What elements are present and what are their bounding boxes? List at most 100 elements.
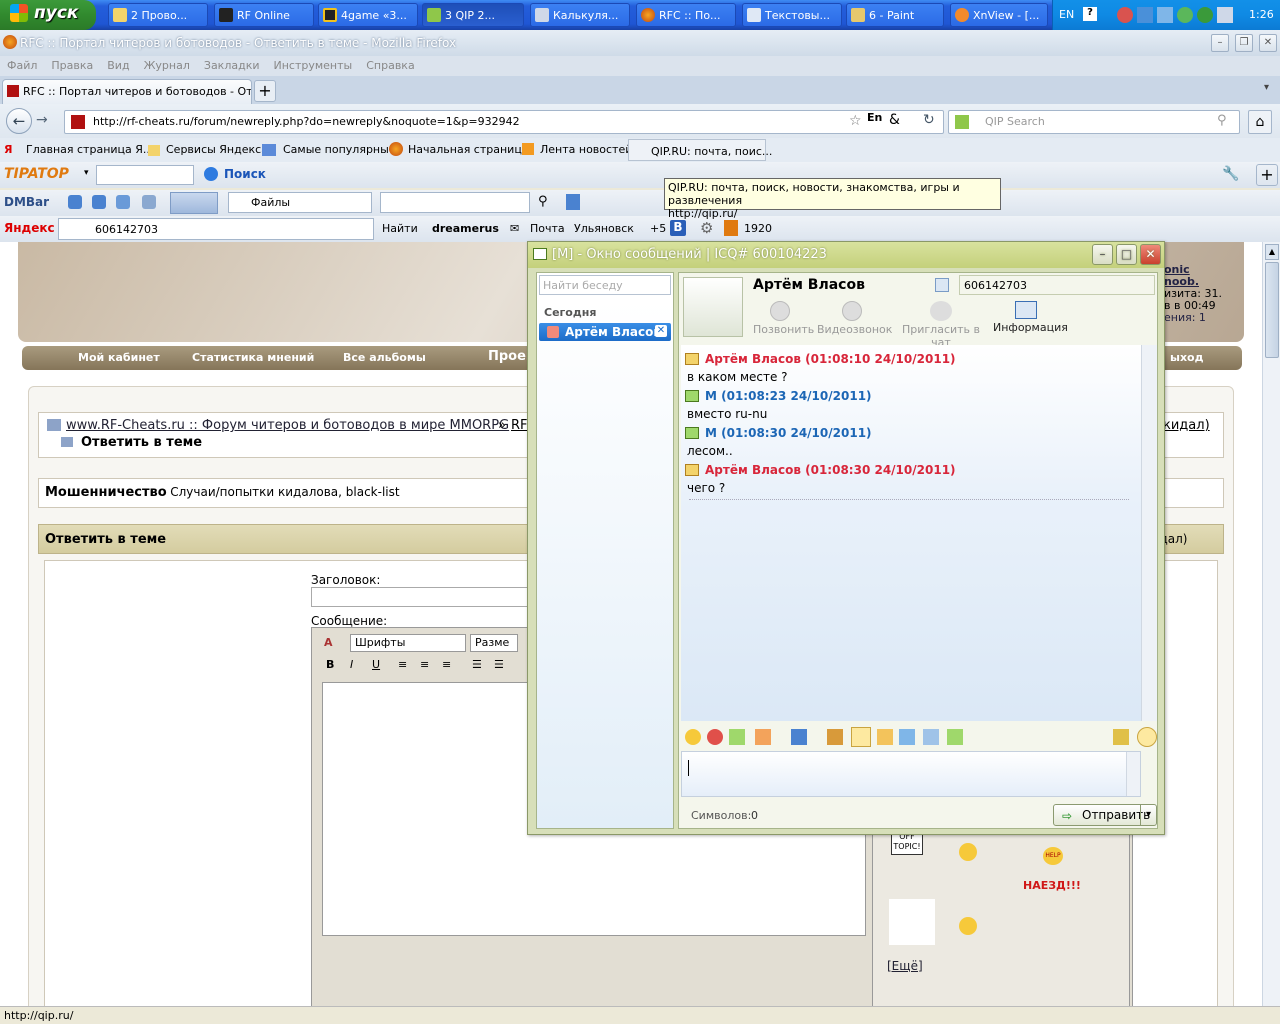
- bold-button[interactable]: B: [326, 658, 334, 671]
- close-conversation-icon[interactable]: ✕: [655, 325, 667, 337]
- qip-close-button[interactable]: ✕: [1140, 244, 1161, 265]
- folder-icon[interactable]: [877, 729, 893, 745]
- underline-button[interactable]: U: [372, 658, 380, 671]
- search-field[interactable]: QIP Search ⚲: [948, 110, 1240, 134]
- task-qip[interactable]: 3 QIP 2...: [422, 3, 524, 27]
- home-button[interactable]: ⌂: [1248, 110, 1272, 134]
- settings-gear-icon[interactable]: [1137, 727, 1157, 747]
- dm-tool-icon[interactable]: [142, 195, 156, 209]
- qip-minimize-button[interactable]: –: [1092, 244, 1113, 265]
- bookmark-news-feed[interactable]: Лента новостей: [540, 143, 632, 156]
- tab-list-icon[interactable]: ▾: [1264, 82, 1269, 93]
- help-icon[interactable]: ?: [1083, 7, 1097, 21]
- input-scrollbar[interactable]: [1126, 752, 1140, 796]
- scroll-thumb[interactable]: [1265, 262, 1279, 358]
- bookmark-yandex-services[interactable]: Сервисы Яндекса: [166, 143, 268, 156]
- unordered-list-icon[interactable]: ☰: [494, 658, 504, 671]
- tools-icon[interactable]: [827, 729, 843, 745]
- menu-edit[interactable]: Правка: [44, 56, 100, 72]
- menu-tools[interactable]: Инструменты: [267, 56, 360, 72]
- spellcheck-icon[interactable]: [1113, 729, 1129, 745]
- search-icon[interactable]: ⚲: [538, 194, 548, 209]
- city-link[interactable]: Ульяновск: [574, 222, 634, 235]
- italic-button[interactable]: I: [350, 658, 353, 671]
- back-button[interactable]: ←: [6, 108, 32, 134]
- reload-icon[interactable]: ↻: [923, 112, 935, 128]
- task-firefox[interactable]: RFC :: По...: [636, 3, 736, 27]
- user-menu[interactable]: dreamerus: [432, 222, 499, 235]
- vk-icon[interactable]: В: [670, 220, 686, 236]
- save-icon[interactable]: [791, 729, 807, 745]
- send-options-dropdown[interactable]: ▾: [1140, 805, 1156, 825]
- video-call-button[interactable]: Видеозвонок: [817, 301, 892, 336]
- url-field[interactable]: http://rf-cheats.ru/forum/newreply.php?d…: [64, 110, 944, 134]
- quote-icon[interactable]: [729, 729, 745, 745]
- network-icon[interactable]: [1157, 7, 1173, 23]
- task-explorer[interactable]: 2 Прово...: [108, 3, 208, 27]
- dm-button[interactable]: [170, 192, 218, 214]
- maximize-button[interactable]: ❐: [1235, 34, 1253, 52]
- start-button[interactable]: пуск: [0, 0, 96, 30]
- align-left-icon[interactable]: ≡: [398, 658, 407, 671]
- call-button[interactable]: Позвонить: [753, 301, 814, 336]
- menu-help[interactable]: Справка: [359, 56, 421, 72]
- contact-uin-field[interactable]: 606142703: [959, 275, 1155, 295]
- dm-tool-icon[interactable]: [92, 195, 106, 209]
- translate-icon[interactable]: En: [867, 111, 882, 124]
- nav-my-cabinet[interactable]: Мой кабинет: [78, 351, 160, 364]
- bookmark-yandex-home[interactable]: Главная страница Я...: [26, 143, 153, 156]
- copy-icon[interactable]: [947, 729, 963, 745]
- scroll-up-button[interactable]: ▲: [1265, 244, 1279, 260]
- history-icon[interactable]: [851, 727, 871, 747]
- new-tab-button[interactable]: +: [254, 80, 276, 102]
- volume-icon[interactable]: [1217, 7, 1233, 23]
- smilie-snowman[interactable]: [889, 899, 935, 945]
- status-icon[interactable]: [1197, 7, 1213, 23]
- language-indicator[interactable]: EN: [1059, 8, 1074, 21]
- remove-format-icon[interactable]: A: [324, 636, 333, 649]
- task-rf-online[interactable]: RF Online: [214, 3, 314, 27]
- page-scrollbar[interactable]: ▲: [1262, 242, 1280, 1024]
- bookmark-popular[interactable]: Самые популярные: [283, 143, 396, 156]
- breadcrumb-home-link[interactable]: www.RF-Cheats.ru :: Форум читеров и бото…: [66, 418, 509, 433]
- smilie-icon[interactable]: [959, 843, 977, 861]
- task-wordpad[interactable]: Текстовы...: [742, 3, 842, 27]
- smilie-naezd[interactable]: НАЕЗД!!!: [1023, 879, 1081, 892]
- tray-app-icon[interactable]: [1117, 7, 1133, 23]
- menu-file[interactable]: Файл: [0, 56, 44, 72]
- search-icon[interactable]: ⚲: [1217, 113, 1227, 128]
- chevron-down-icon[interactable]: ▾: [84, 168, 89, 178]
- task-xnview[interactable]: XnView - [...: [950, 3, 1048, 27]
- task-paint[interactable]: 6 - Paint: [846, 3, 944, 27]
- font-select[interactable]: Шрифты: [350, 634, 466, 652]
- breadcrumb-tail-link[interactable]: кидал): [1163, 418, 1210, 433]
- bookmark-start-page[interactable]: Начальная страница: [408, 143, 529, 156]
- gear-icon[interactable]: ⚙: [700, 219, 713, 237]
- info-button[interactable]: Информация: [993, 301, 1068, 334]
- ordered-list-icon[interactable]: ☰: [472, 658, 482, 671]
- menu-view[interactable]: Вид: [100, 56, 136, 72]
- align-center-icon[interactable]: ≡: [420, 658, 429, 671]
- task-calculator[interactable]: Калькуля...: [530, 3, 630, 27]
- dm-tool-icon[interactable]: [116, 195, 130, 209]
- breadcrumb-rf-link[interactable]: RF: [511, 418, 528, 433]
- send-file-icon[interactable]: [899, 729, 915, 745]
- align-right-icon[interactable]: ≡: [442, 658, 451, 671]
- task-4game[interactable]: 4game «3...: [318, 3, 418, 27]
- qip-maximize-button[interactable]: □: [1116, 244, 1137, 265]
- ampersand-icon[interactable]: &: [889, 112, 900, 128]
- files-select[interactable]: Файлы: [228, 192, 372, 213]
- forward-button[interactable]: →: [36, 112, 48, 128]
- title-input[interactable]: [311, 587, 541, 607]
- nav-albums[interactable]: Все альбомы: [343, 351, 426, 364]
- menu-bookmarks[interactable]: Закладки: [197, 56, 267, 72]
- smiley-icon[interactable]: [685, 729, 701, 745]
- find-button[interactable]: Найти: [382, 222, 418, 235]
- emoticon-icon[interactable]: [707, 729, 723, 745]
- star-icon[interactable]: ☆: [849, 113, 862, 129]
- yandex-search-input[interactable]: 606142703: [58, 218, 374, 240]
- tipatop-search-input[interactable]: [96, 165, 194, 185]
- minimize-button[interactable]: –: [1211, 34, 1229, 52]
- more-smilies-link[interactable]: [Ещё]: [887, 959, 923, 973]
- dm-input[interactable]: [380, 192, 530, 213]
